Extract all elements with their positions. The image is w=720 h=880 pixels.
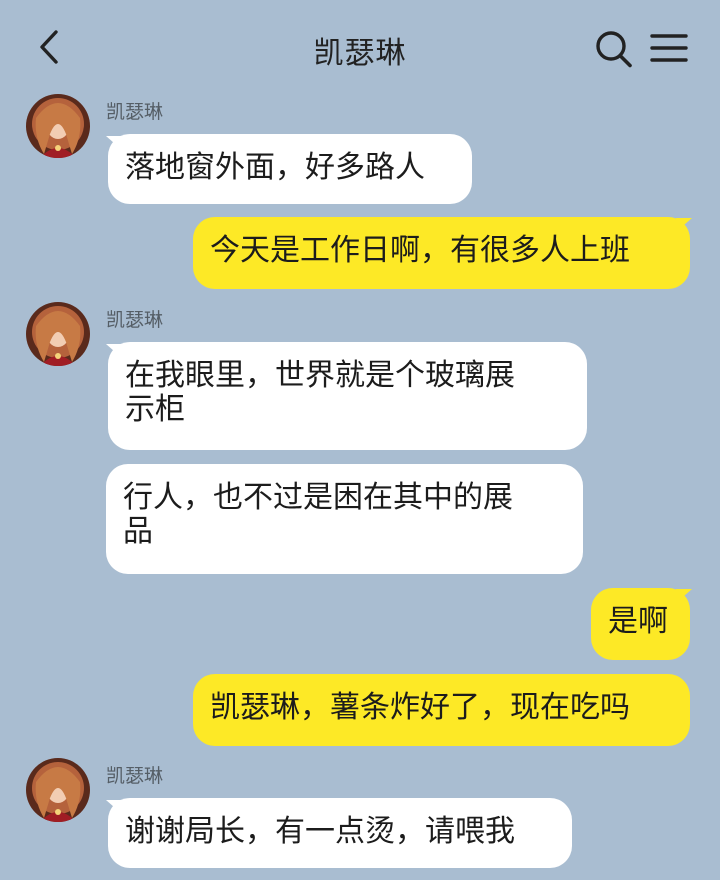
- sender-name: 凯瑟琳: [106, 309, 164, 331]
- search-button[interactable]: [592, 26, 636, 70]
- hamburger-menu-icon: [650, 34, 688, 62]
- message-bubble[interactable]: 落地窗外面，好多路人: [108, 134, 472, 204]
- message-bubble[interactable]: 凯瑟琳，薯条炸好了，现在吃吗: [193, 674, 690, 746]
- search-icon: [596, 31, 632, 68]
- message-bubble[interactable]: 谢谢局长，有一点烫，请喂我: [108, 798, 572, 868]
- avatar-image: [26, 758, 90, 822]
- message-bubble[interactable]: 今天是工作日啊，有很多人上班: [193, 217, 690, 289]
- avatar[interactable]: [26, 302, 90, 366]
- avatar-image: [26, 302, 90, 366]
- message-bubble[interactable]: 行人，也不过是困在其中的展 品: [106, 464, 583, 574]
- message-bubble[interactable]: 在我眼里，世界就是个玻璃展 示柜: [108, 342, 587, 450]
- avatar[interactable]: [26, 94, 90, 158]
- sender-name: 凯瑟琳: [106, 765, 164, 787]
- sender-name: 凯瑟琳: [106, 101, 164, 123]
- avatar[interactable]: [26, 758, 90, 822]
- chat-header: 凯瑟琳: [0, 0, 720, 92]
- avatar-image: [26, 94, 90, 158]
- menu-button[interactable]: [646, 26, 692, 70]
- message-bubble[interactable]: 是啊: [591, 588, 690, 660]
